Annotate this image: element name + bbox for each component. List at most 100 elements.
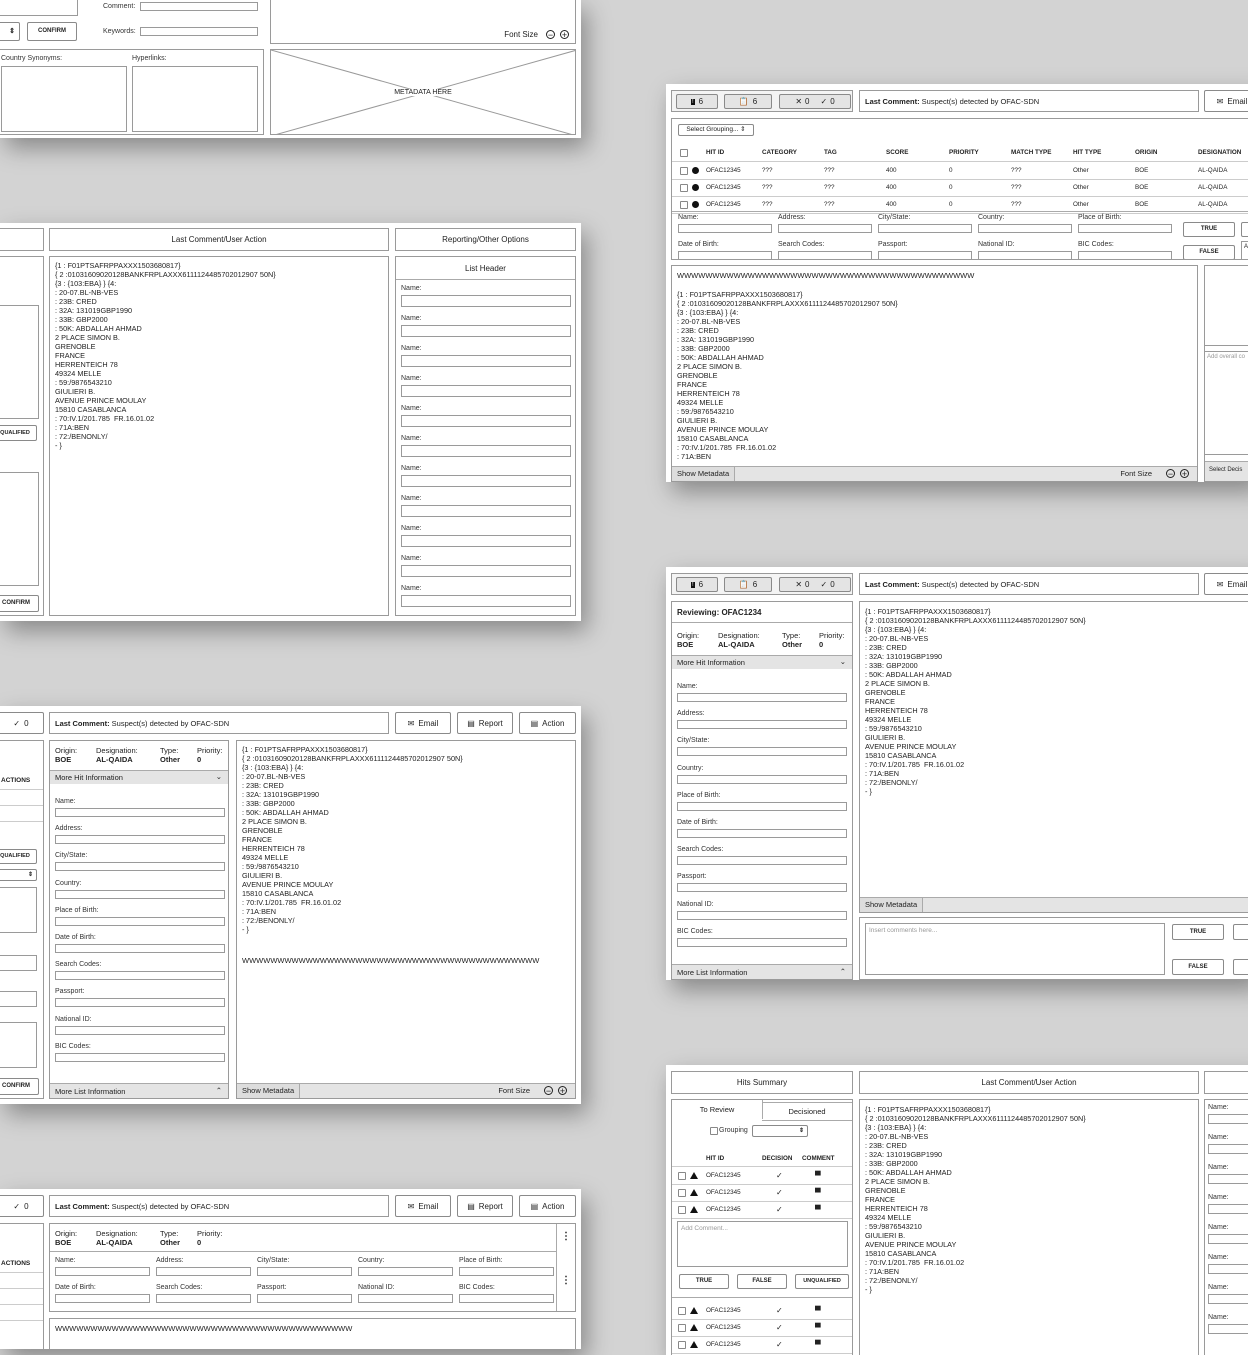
address-input[interactable] — [778, 224, 872, 233]
plus-icon[interactable]: + — [1180, 469, 1189, 479]
clipboard-count-button[interactable]: 📋 6 — [724, 94, 772, 109]
minus-icon[interactable]: − — [544, 1086, 553, 1096]
summary-column-header[interactable]: HIT ID — [706, 1155, 724, 1162]
unqualified-button-g[interactable]: UNQUALIFIED — [795, 1274, 849, 1289]
false-button-g[interactable]: FALSE — [737, 1274, 787, 1289]
unqualified-button-stub[interactable]: QUALIFIED — [0, 425, 37, 441]
name-input[interactable] — [55, 1267, 150, 1276]
list-name-input[interactable] — [1208, 1174, 1248, 1184]
list-name-input[interactable] — [401, 535, 571, 547]
comment-icon[interactable]: ▀ — [815, 1340, 821, 1349]
false-button-e[interactable]: FALSE — [1183, 245, 1235, 259]
row-checkbox[interactable] — [678, 1206, 686, 1214]
confirm-button[interactable]: CONFIRM — [27, 22, 77, 41]
plus-icon[interactable]: + — [560, 30, 569, 40]
place-of-birth-input[interactable] — [459, 1267, 554, 1276]
column-header[interactable]: HIT ID — [706, 149, 724, 156]
comment-stub-c2[interactable] — [0, 1022, 37, 1068]
textarea-stub[interactable] — [0, 0, 78, 16]
report-button[interactable]: ▤ Report — [457, 712, 513, 734]
column-header[interactable]: PRIORITY — [949, 149, 979, 156]
extra-button-e[interactable]: S — [1241, 222, 1248, 237]
comment-stub-c[interactable] — [0, 887, 37, 933]
list-name-input[interactable] — [401, 565, 571, 577]
list-name-input[interactable] — [1208, 1324, 1248, 1334]
input-stub-c[interactable] — [0, 955, 37, 971]
minus-icon[interactable]: − — [1166, 469, 1175, 479]
clipboard-count-button[interactable]: 📋 6 — [724, 577, 772, 592]
bic-codes-input[interactable] — [55, 1052, 225, 1062]
date-of-birth-input[interactable] — [55, 944, 225, 953]
true-button-e[interactable]: TRUE — [1183, 222, 1235, 237]
city-state-input[interactable] — [677, 747, 847, 757]
to-review-tab[interactable]: To Review — [672, 1100, 763, 1119]
list-name-input[interactable] — [401, 325, 571, 337]
hyperlinks-input[interactable] — [132, 66, 258, 132]
decision-counts[interactable]: ✕ 0 ✓ 0 — [779, 94, 851, 109]
national-id-input[interactable] — [677, 910, 847, 920]
row-checkbox[interactable] — [678, 1324, 686, 1332]
row-checkbox[interactable] — [678, 1189, 686, 1197]
dropdown-stub[interactable]: ⇕ — [0, 22, 20, 41]
bic-codes-input[interactable] — [1078, 251, 1172, 259]
false-button-f[interactable]: FALSE — [1172, 959, 1224, 975]
column-header[interactable]: DESIGNATION — [1198, 149, 1241, 156]
list-name-input[interactable] — [1208, 1264, 1248, 1274]
address-input[interactable] — [156, 1267, 251, 1276]
more-list-info-toggle-f[interactable]: More List Information ⌃ — [672, 964, 852, 979]
extra-button-f2[interactable] — [1233, 959, 1248, 975]
passport-input[interactable] — [55, 998, 225, 1008]
more-list-info-toggle[interactable]: More List Information ⌃ — [50, 1083, 228, 1098]
name-input[interactable] — [677, 693, 847, 702]
confirm-button-c[interactable]: CONFIRM — [0, 1078, 39, 1095]
name-input[interactable] — [55, 808, 225, 817]
national-id-input[interactable] — [55, 1025, 225, 1035]
column-header[interactable]: MATCH TYPE — [1011, 149, 1051, 156]
country-input[interactable] — [358, 1267, 453, 1276]
place-of-birth-input[interactable] — [1078, 224, 1172, 233]
report-button-d[interactable]: ▤ Report — [457, 1195, 513, 1217]
summary-column-header[interactable]: DECISION — [762, 1155, 792, 1162]
keywords-input[interactable] — [140, 27, 258, 36]
grouping-checkbox[interactable] — [710, 1127, 718, 1135]
decisioned-tab[interactable]: Decisioned — [762, 1102, 852, 1121]
list-name-input[interactable] — [1208, 1114, 1248, 1124]
action-button[interactable]: ▤ Action — [519, 712, 576, 734]
passport-input[interactable] — [677, 883, 847, 893]
list-name-input[interactable] — [401, 385, 571, 397]
list-name-input[interactable] — [401, 505, 571, 517]
search-codes-input[interactable] — [55, 971, 225, 981]
national-id-input[interactable] — [978, 251, 1072, 259]
extra-input-e[interactable]: A — [1241, 241, 1248, 259]
insert-comments-input[interactable]: Insert comments here... — [865, 923, 1165, 975]
country-input[interactable] — [55, 889, 225, 899]
column-header[interactable]: TAG — [824, 149, 837, 156]
add-comment-input[interactable]: Add Comment... — [677, 1221, 848, 1267]
select-grouping-dropdown[interactable]: Select Grouping... ⇕ — [678, 124, 754, 136]
national-id-input[interactable] — [358, 1294, 453, 1303]
column-header[interactable]: CATEGORY — [762, 149, 797, 156]
plus-icon[interactable]: + — [558, 1086, 567, 1096]
list-name-input[interactable] — [1208, 1144, 1248, 1154]
bic-codes-input[interactable] — [677, 937, 847, 947]
row-checkbox[interactable] — [680, 167, 688, 175]
list-name-input[interactable] — [1208, 1204, 1248, 1214]
column-header[interactable]: SCORE — [886, 149, 908, 156]
row-checkbox[interactable] — [678, 1172, 686, 1180]
list-name-input[interactable] — [401, 595, 571, 607]
list-name-input[interactable] — [401, 415, 571, 427]
country-input[interactable] — [677, 774, 847, 784]
row-checkbox[interactable] — [680, 201, 688, 209]
row-checkbox[interactable] — [678, 1307, 686, 1315]
kebab-menu-icon-2[interactable]: ⋮ — [556, 1251, 575, 1311]
check-count-button[interactable]: ✓ 0 — [0, 712, 44, 734]
list-name-input[interactable] — [401, 445, 571, 457]
address-input[interactable] — [677, 720, 847, 730]
date-of-birth-input[interactable] — [678, 251, 772, 259]
comment-icon[interactable]: ▀ — [815, 1323, 821, 1332]
bic-codes-input[interactable] — [459, 1294, 554, 1303]
check-count-button-d[interactable]: ✓ 0 — [0, 1195, 44, 1217]
passport-input[interactable] — [257, 1294, 352, 1303]
flag-count-button[interactable]: ! 6 — [676, 94, 718, 109]
row-checkbox[interactable] — [680, 184, 688, 192]
